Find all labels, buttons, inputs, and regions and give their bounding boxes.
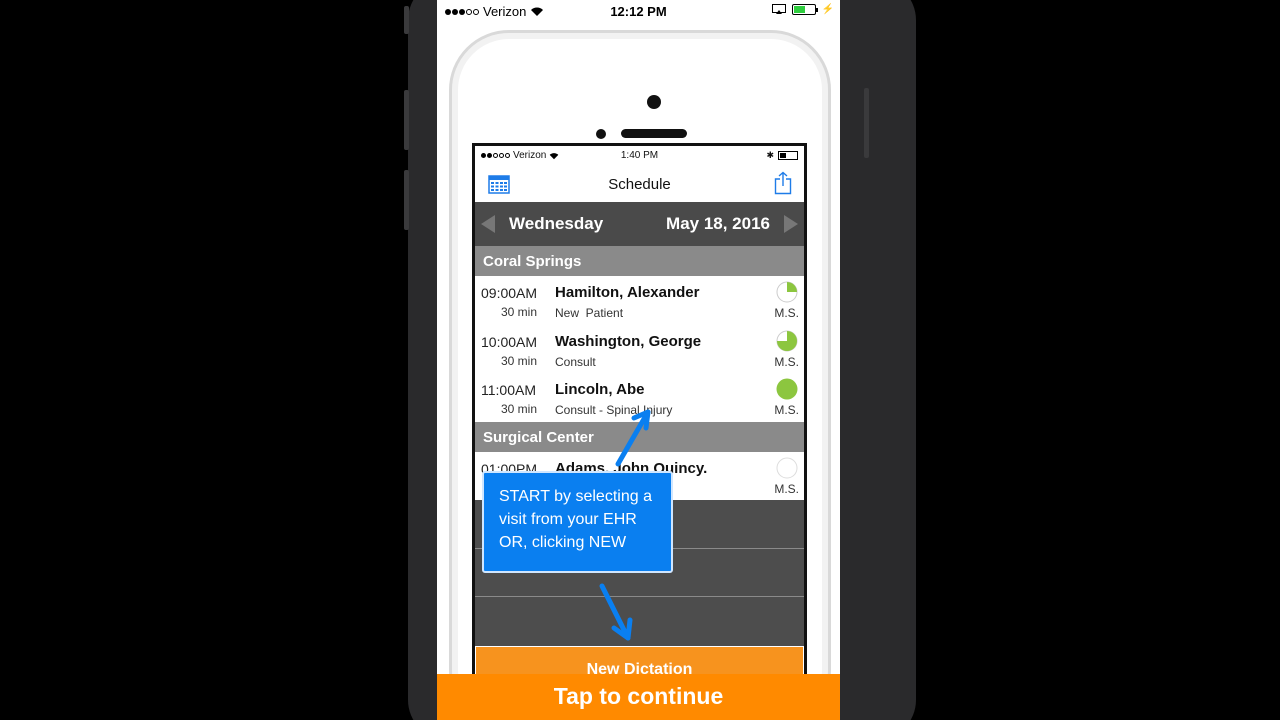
app-status-right: ✱: [766, 150, 798, 161]
progress-pie-icon: [776, 457, 798, 478]
status-bar: Verizon 12:12 PM ⚡: [437, 0, 840, 24]
next-day-arrow-icon[interactable]: [784, 215, 798, 233]
camera-icon: [647, 95, 661, 109]
provider-initials: M.S.: [774, 306, 799, 320]
power-button: [864, 88, 869, 158]
speaker-grille: [621, 129, 687, 138]
charging-icon: ⚡: [821, 4, 834, 15]
battery-icon: [791, 4, 818, 15]
appointment-time: 10:00AM: [481, 333, 538, 350]
arrow-down-icon: [599, 583, 633, 641]
provider-initials: M.S.: [774, 354, 799, 369]
share-icon[interactable]: [774, 171, 792, 195]
progress-pie-icon: [776, 330, 798, 351]
provider-initials: M.S.: [774, 403, 799, 417]
app-status-time: 1:40 PM: [620, 150, 659, 161]
arrow-up-icon: [615, 409, 651, 467]
selected-date: May 18, 2016: [666, 214, 770, 233]
provider-initials: M.S.: [774, 481, 799, 496]
previous-day-arrow-icon[interactable]: [481, 215, 495, 233]
appointment-time: 09:00AM: [481, 285, 538, 301]
status-right: ⚡: [771, 4, 834, 15]
patient-name: Washington, George: [555, 332, 702, 350]
tap-to-continue-button[interactable]: Tap to continue: [437, 674, 840, 720]
appointment-row[interactable]: 09:00AM 30 min Hamilton, Alexander New P…: [475, 276, 804, 325]
volume-up-button: [404, 90, 409, 150]
mute-switch: [404, 6, 409, 34]
appointment-duration: 30 min: [501, 402, 538, 416]
patient-name: Lincoln, Abe: [555, 381, 645, 398]
progress-pie-icon: [776, 378, 798, 400]
bluetooth-icon: ✱: [766, 150, 774, 160]
visit-type: Consult: [555, 354, 596, 369]
page-title: Schedule: [608, 176, 671, 193]
location-header: Coral Springs: [475, 246, 804, 276]
appointment-time: 11:00AM: [481, 382, 536, 398]
volume-down-button: [404, 170, 409, 230]
patient-name: Hamilton, Alexander: [555, 284, 700, 301]
visit-type: New Patient: [555, 306, 624, 320]
progress-pie-icon: [776, 281, 798, 303]
appointment-duration: 30 min: [501, 305, 538, 319]
selected-weekday: Wednesday: [509, 214, 604, 233]
app-status-bar: Verizon 1:40 PM ✱: [475, 146, 804, 166]
tutorial-callout: START by selecting a visit from your EHR…: [482, 471, 673, 573]
appointment-row[interactable]: 10:00AM 30 min Washington, George Consul…: [475, 324, 804, 373]
sensor-dot: [596, 129, 606, 139]
screen-mirror-icon: [771, 4, 786, 14]
date-navigator: Wednesday May 18, 2016: [475, 202, 804, 246]
app-battery-icon: [778, 151, 798, 160]
appointment-duration: 30 min: [501, 353, 538, 368]
nav-bar: Schedule: [475, 166, 804, 202]
